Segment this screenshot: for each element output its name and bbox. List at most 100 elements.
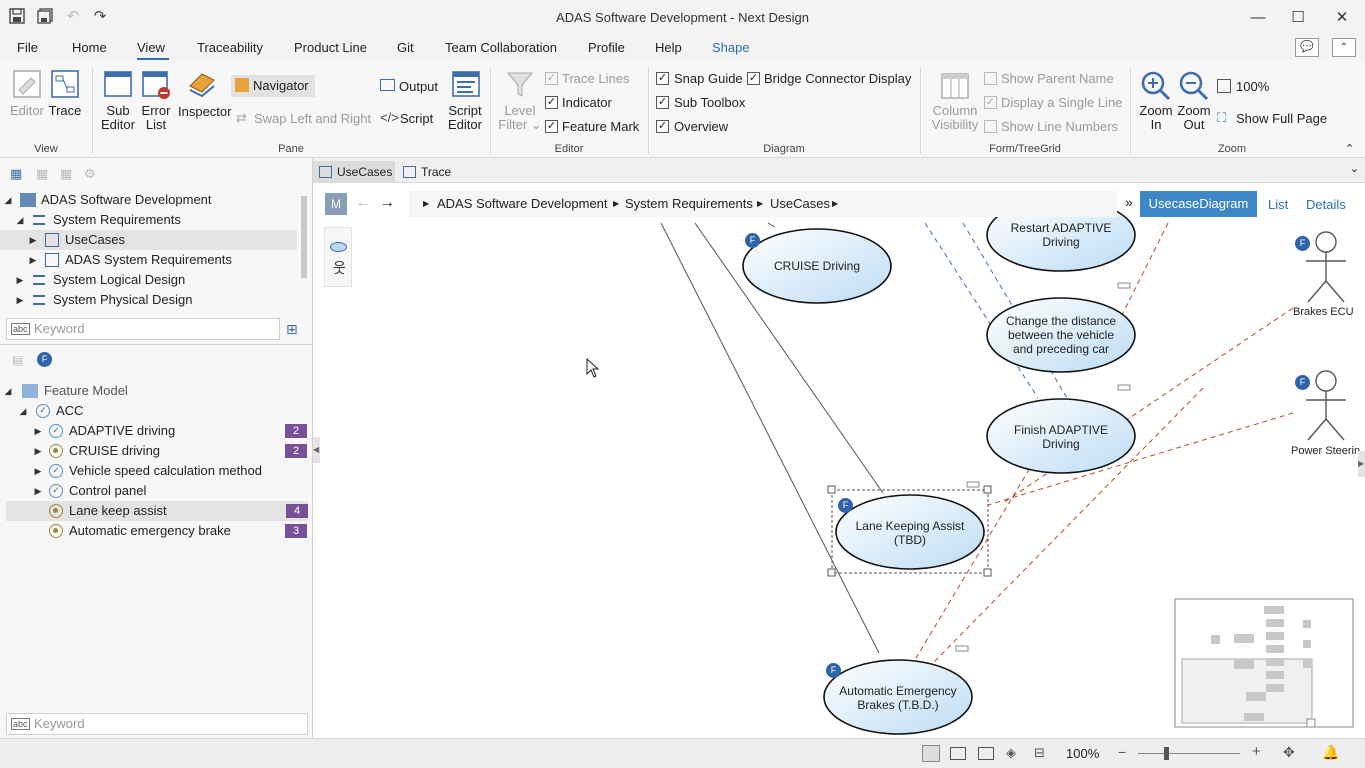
sub-toolbox-checkbox[interactable]: ✓ [656, 96, 669, 109]
show-full-page-button[interactable]: Show Full Page [1236, 111, 1327, 126]
trace-icon[interactable] [49, 68, 81, 100]
model-button[interactable]: M [325, 193, 347, 215]
menu-team-collaboration[interactable]: Team Collaboration [445, 40, 557, 55]
tab-usecases[interactable]: UseCases [313, 161, 395, 183]
zoom-in-status-icon[interactable]: + [1252, 743, 1261, 760]
output-button[interactable]: Output [399, 79, 438, 94]
feature-item-automatic-emergency-brake[interactable]: Automatic emergency brake 3 [0, 521, 313, 541]
right-pane-collapse-handle[interactable]: ▶ [1358, 451, 1365, 477]
trace-lines-label: Trace Lines [562, 71, 630, 86]
breadcrumb-item[interactable]: ADAS Software Development [437, 196, 608, 211]
menu-product-line[interactable]: Product Line [294, 40, 367, 55]
zoom-percent-icon [1217, 79, 1231, 93]
feature-mark-checkbox[interactable]: ✓ [545, 120, 558, 133]
maximize-button[interactable]: ☐ [1276, 0, 1320, 35]
swap-left-right-button[interactable]: Swap Left and Right [254, 111, 371, 126]
layout-horizontal-icon[interactable] [950, 747, 966, 760]
forward-arrow-icon[interactable]: → [379, 194, 395, 212]
menu-view[interactable]: View [137, 40, 165, 55]
left-pane-collapse-handle[interactable]: ◀ [313, 437, 320, 463]
breadcrumb-separator-icon: ▶ [613, 199, 620, 208]
layout-3d-icon[interactable]: ◈ [1006, 745, 1016, 761]
zoom-percent-button[interactable]: 100% [1236, 79, 1269, 94]
back-arrow-icon[interactable]: ← [355, 194, 371, 212]
menu-traceability[interactable]: Traceability [197, 40, 263, 55]
column-visibility-icon[interactable] [939, 70, 971, 102]
breadcrumb-item[interactable]: UseCases [770, 196, 830, 211]
zoom-slider-thumb[interactable] [1164, 747, 1169, 760]
feature-item-lane-keep-assist[interactable]: Lane keep assist 4 [6, 501, 308, 521]
keyword-filter-icon: abc [11, 323, 30, 335]
show-parent-name-checkbox[interactable] [984, 72, 997, 85]
bridge-connector-checkbox[interactable]: ✓ [747, 72, 760, 85]
view-usecase-diagram-button[interactable]: UsecaseDiagram [1140, 191, 1257, 217]
tree-toolbar-icon-4[interactable]: ⚙ [84, 166, 96, 182]
zoom-out-icon[interactable] [1178, 70, 1210, 102]
menu-profile[interactable]: Profile [588, 40, 625, 55]
sub-editor-icon[interactable] [102, 68, 134, 100]
error-list-icon[interactable] [140, 68, 172, 100]
inspector-icon[interactable] [186, 68, 218, 100]
collapse-ribbon-button[interactable]: ⌃ [1332, 38, 1356, 57]
feature-item-vehicle-speed[interactable]: ▶ ✓ Vehicle speed calculation method [0, 461, 300, 481]
show-line-numbers-checkbox[interactable] [984, 120, 997, 133]
comment-icon[interactable]: 💬 [1295, 38, 1319, 57]
tree-toolbar-icon[interactable]: ▦ [10, 166, 22, 182]
close-button[interactable]: ✕ [1320, 0, 1364, 35]
feature-tree-acc[interactable]: ◢ ✓ ACC [0, 401, 300, 421]
tree-scrollbar[interactable] [301, 196, 307, 278]
zoom-out-status-icon[interactable]: − [1118, 744, 1126, 760]
tree-item-system-physical-design[interactable]: ▶ System Physical Design [0, 290, 300, 310]
trace-lines-checkbox[interactable]: ✓ [545, 72, 558, 85]
level-filter-icon[interactable] [504, 68, 536, 100]
tab-list-chevron-icon[interactable]: ⌄ [1350, 162, 1359, 175]
script-button[interactable]: Script [400, 111, 433, 126]
notification-bell-icon[interactable]: 🔔 [1322, 744, 1339, 761]
indicator-checkbox[interactable]: ✓ [545, 96, 558, 109]
tab-trace[interactable]: Trace [397, 161, 459, 183]
tree-toolbar-icon-2[interactable]: ▦ [36, 166, 48, 182]
tree-filter-icon[interactable]: ⊞ [286, 321, 298, 338]
layout-vertical-icon[interactable] [978, 747, 994, 760]
feature-item-cruise-driving[interactable]: ▶ CRUISE driving 2 [0, 441, 313, 461]
overview-checkbox[interactable]: ✓ [656, 120, 669, 133]
zoom-slider[interactable] [1138, 753, 1240, 754]
usecase-tool-icon[interactable] [330, 242, 347, 252]
snap-guide-checkbox[interactable]: ✓ [656, 72, 669, 85]
model-search-input[interactable]: Keyword [6, 318, 280, 340]
view-details-button[interactable]: Details [1306, 197, 1346, 212]
menu-shape[interactable]: Shape [712, 40, 750, 55]
tree-item-usecases[interactable]: ▶ UseCases [0, 230, 297, 250]
editor-icon[interactable] [11, 68, 43, 100]
chevron-up-icon[interactable]: ⌃ [1345, 142, 1354, 155]
usecase-diagram-canvas[interactable]: M ← → ▶ ADAS Software Development ▶ Syst… [313, 183, 1365, 738]
fit-to-window-icon[interactable]: ✥ [1283, 744, 1295, 761]
breadcrumb-item[interactable]: System Requirements [625, 196, 753, 211]
feature-f-icon[interactable]: F [37, 352, 52, 367]
script-editor-icon[interactable] [450, 68, 482, 100]
menu-file[interactable]: File [17, 40, 38, 55]
display-single-line-checkbox[interactable]: ✓ [984, 96, 997, 109]
tree-item-system-logical-design[interactable]: ▶ System Logical Design [0, 270, 300, 290]
feature-tree-root[interactable]: ◢ Feature Model [0, 381, 300, 401]
feature-item-adaptive-driving[interactable]: ▶ ✓ ADAPTIVE driving 2 [0, 421, 313, 441]
menu-help[interactable]: Help [655, 40, 682, 55]
tree-item-system-requirements[interactable]: ◢ System Requirements [0, 210, 300, 230]
menu-home[interactable]: Home [72, 40, 107, 55]
actor-tool-icon[interactable]: 웃 [333, 258, 346, 278]
feature-search-input[interactable]: Keyword [6, 713, 308, 735]
feature-toolbar-icon[interactable]: ▤ [12, 353, 23, 367]
tree-item-adas-system-requirements[interactable]: ▶ ADAS System Requirements [0, 250, 300, 270]
feature-item-control-panel[interactable]: ▶ ✓ Control panel [0, 481, 300, 501]
menu-git[interactable]: Git [397, 40, 414, 55]
layout-single-icon[interactable] [922, 745, 940, 762]
minimize-button[interactable]: — [1236, 0, 1280, 35]
navigator-button[interactable]: Navigator [231, 75, 315, 97]
tree-item-root[interactable]: ◢ ADAS Software Development [0, 190, 300, 210]
tree-toolbar-icon-3[interactable]: ▦ [60, 166, 72, 182]
view-list-button[interactable]: List [1268, 197, 1288, 212]
more-views-button[interactable]: » [1125, 194, 1133, 210]
zoom-in-icon[interactable] [1140, 70, 1172, 102]
level-filter-label: Level Filter ⌄ [498, 103, 542, 132]
overview-toggle-icon[interactable]: ⊟ [1034, 745, 1045, 761]
